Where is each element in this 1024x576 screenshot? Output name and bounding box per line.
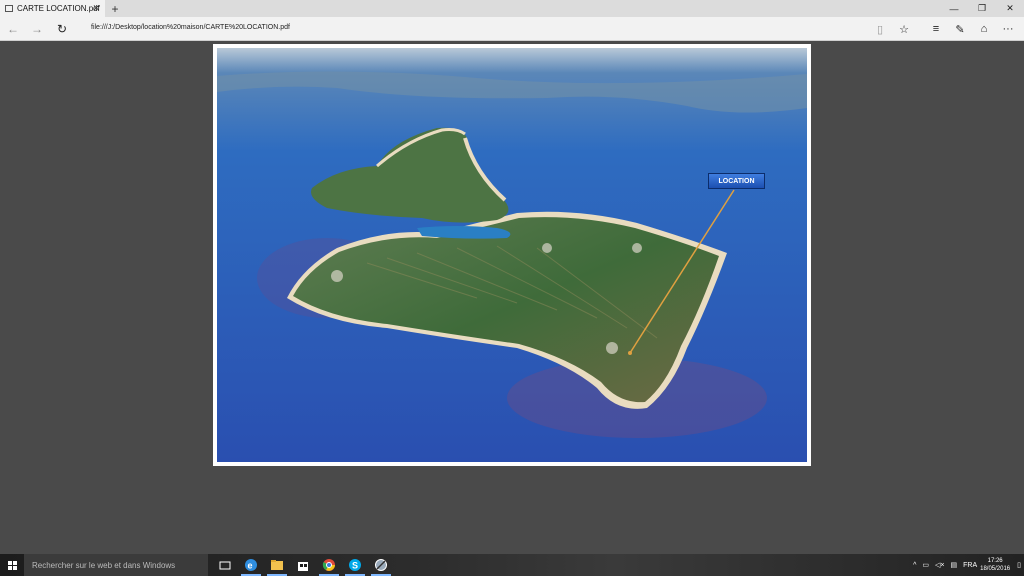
chrome-icon[interactable]: [316, 554, 342, 576]
reading-view-icon[interactable]: ▯: [872, 21, 888, 37]
system-tray: ^ ▭ ◁× ▤ FRA 17:26 18/05/2016 ▯: [910, 554, 1024, 576]
hub-icon[interactable]: ≡: [928, 21, 944, 37]
tab-bar: CARTE LOCATION.pdf ✕ + — ❐ ✕: [0, 0, 1024, 17]
task-view-icon[interactable]: [212, 554, 238, 576]
taskbar-search[interactable]: Rechercher sur le web et dans Windows: [24, 554, 208, 576]
windows-logo-icon: [7, 560, 17, 570]
action-center-icon[interactable]: ▯: [1017, 561, 1021, 569]
volume-icon[interactable]: ◁×: [935, 561, 944, 569]
file-explorer-icon[interactable]: [264, 554, 290, 576]
refresh-button[interactable]: ↻: [53, 21, 71, 37]
taskbar: Rechercher sur le web et dans Windows e …: [0, 554, 1024, 576]
restore-button[interactable]: ❐: [968, 0, 996, 17]
browser-toolbar: ▯ ☆ ≡ ✎ ⌂ ···: [872, 21, 1016, 37]
address-bar: ← → ↻ file:///J:/Desktop/location%20mais…: [0, 17, 1024, 41]
clock[interactable]: 17:26 18/05/2016: [980, 557, 1010, 573]
network-icon[interactable]: ▭: [922, 561, 929, 569]
more-icon[interactable]: ···: [1000, 21, 1016, 37]
window-controls: — ❐ ✕: [940, 0, 1024, 17]
tab-carte-location[interactable]: CARTE LOCATION.pdf ✕: [0, 0, 105, 17]
notification-icon[interactable]: ▤: [950, 561, 957, 569]
clock-time: 17:26: [987, 558, 1003, 564]
close-window-button[interactable]: ✕: [996, 0, 1024, 17]
language-indicator[interactable]: FRA: [963, 562, 977, 569]
location-marker: [628, 351, 632, 355]
skype-icon[interactable]: S: [342, 554, 368, 576]
share-icon[interactable]: ⌂: [976, 21, 992, 37]
island-illustration: [217, 48, 807, 462]
minimize-button[interactable]: —: [940, 0, 968, 17]
tab-title: CARTE LOCATION.pdf: [17, 4, 100, 13]
store-icon[interactable]: [290, 554, 316, 576]
forward-button[interactable]: →: [28, 21, 46, 37]
app-icon[interactable]: [368, 554, 394, 576]
tray-expand-icon[interactable]: ^: [913, 562, 916, 569]
svg-text:S: S: [352, 561, 358, 571]
url-input[interactable]: file:///J:/Desktop/location%20maison/CAR…: [91, 24, 290, 31]
close-tab-icon[interactable]: ✕: [92, 3, 100, 14]
taskbar-apps: e S: [212, 554, 394, 576]
start-button[interactable]: [0, 554, 24, 576]
back-button[interactable]: ←: [4, 21, 22, 37]
aerial-island-photo: [217, 48, 807, 462]
new-tab-button[interactable]: +: [105, 0, 125, 17]
svg-text:e: e: [248, 561, 253, 571]
edge-browser-icon[interactable]: e: [238, 554, 264, 576]
document-icon: [5, 5, 13, 12]
clock-date: 18/05/2016: [980, 566, 1011, 572]
web-note-icon[interactable]: ✎: [952, 21, 968, 37]
favorite-star-icon[interactable]: ☆: [896, 21, 912, 37]
location-label: LOCATION: [708, 173, 765, 189]
